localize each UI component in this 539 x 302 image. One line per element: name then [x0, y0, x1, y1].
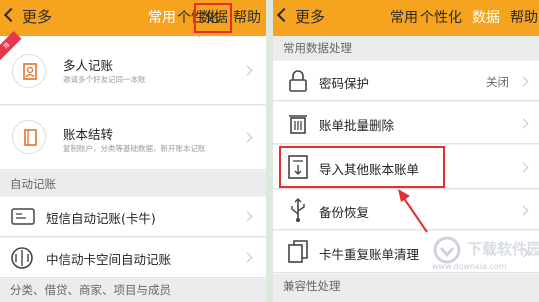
back-button[interactable]: 更多 — [3, 6, 52, 28]
citic-auto-bookkeeping-row[interactable]: 中信动卡空间自动记账 — [0, 238, 266, 278]
watermark-url: www.downxia.com — [432, 262, 507, 271]
tab-help[interactable]: 帮助 — [510, 8, 538, 28]
chevron-left-icon — [276, 7, 292, 23]
annotation-arrow-icon — [398, 189, 428, 233]
chevron-right-icon — [518, 205, 529, 216]
ledger-carryover-row[interactable]: 账本结转 复制账户，分类等基础数据，新开账本记账 — [0, 106, 266, 170]
chevron-right-icon — [518, 76, 529, 87]
duplicate-document-icon — [288, 240, 308, 263]
multi-user-icon — [12, 54, 46, 88]
tab-common[interactable]: 常用 — [390, 8, 418, 28]
top-bar: 更多 常用 个性化 数据 帮助 — [273, 0, 539, 36]
batch-delete-bills-row[interactable]: 账单批量删除 — [273, 102, 539, 144]
section-header-categories: 分类、借贷、商家、项目与成员 — [0, 279, 266, 302]
tab-common[interactable]: 常用 — [148, 8, 176, 28]
lock-icon — [289, 70, 307, 92]
password-protection-row[interactable]: 密码保护 关闭 — [273, 61, 539, 101]
chevron-right-icon — [518, 118, 529, 129]
download-logo-icon — [433, 236, 461, 264]
tab-help[interactable]: 帮助 — [233, 8, 261, 28]
chevron-right-icon — [242, 132, 253, 143]
tab-data[interactable]: 数据 — [472, 8, 500, 28]
panel-divider — [266, 0, 273, 302]
sms-auto-bookkeeping-row[interactable]: 短信自动记账(卡牛) — [0, 197, 266, 237]
section-header-auto: 自动记账 — [0, 172, 266, 196]
section-header-common: 常用数据处理 — [273, 36, 539, 60]
row-subtitle: 邀请多个好友记同一本账 — [63, 75, 146, 84]
row-title: 备份恢复 — [319, 205, 370, 220]
row-title: 密码保护 — [319, 76, 370, 91]
highlight-box-data-tab — [194, 3, 232, 33]
highlight-box-import — [279, 146, 445, 188]
chevron-right-icon — [242, 211, 253, 222]
sms-icon — [11, 208, 35, 225]
chevron-left-icon — [3, 7, 19, 23]
back-button[interactable]: 更多 — [276, 6, 325, 28]
watermark-logo: 下载软件园 www.downxia.com — [418, 234, 539, 302]
tab-personalize[interactable]: 个性化 — [420, 8, 462, 28]
row-title: 账单批量删除 — [319, 118, 395, 133]
row-title: 多人记账 — [63, 58, 114, 73]
citic-card-icon — [11, 247, 33, 269]
row-title: 卡牛重复账单清理 — [319, 247, 420, 262]
row-title: 中信动卡空间自动记账 — [46, 252, 172, 267]
password-status-value: 关闭 — [486, 75, 509, 89]
usb-icon — [291, 198, 305, 222]
watermark-text: 下载软件园 — [467, 240, 539, 258]
row-title: 短信自动记账(卡牛) — [46, 211, 156, 226]
multi-user-bookkeeping-row[interactable]: 多人记账 邀请多个好友记同一本账 — [0, 37, 266, 105]
row-subtitle: 复制账户，分类等基础数据，新开账本记账 — [63, 144, 206, 153]
chevron-right-icon — [242, 252, 253, 263]
trash-list-icon — [289, 115, 307, 134]
row-title: 账本结转 — [63, 127, 114, 142]
left-screen: 更多 常用 个性化 数据 帮助 多人记账 邀请多个好友记同一本账 推 账本结转 … — [0, 0, 266, 302]
ledger-book-icon — [12, 120, 46, 154]
chevron-right-icon — [242, 65, 253, 76]
chevron-right-icon — [518, 162, 529, 173]
